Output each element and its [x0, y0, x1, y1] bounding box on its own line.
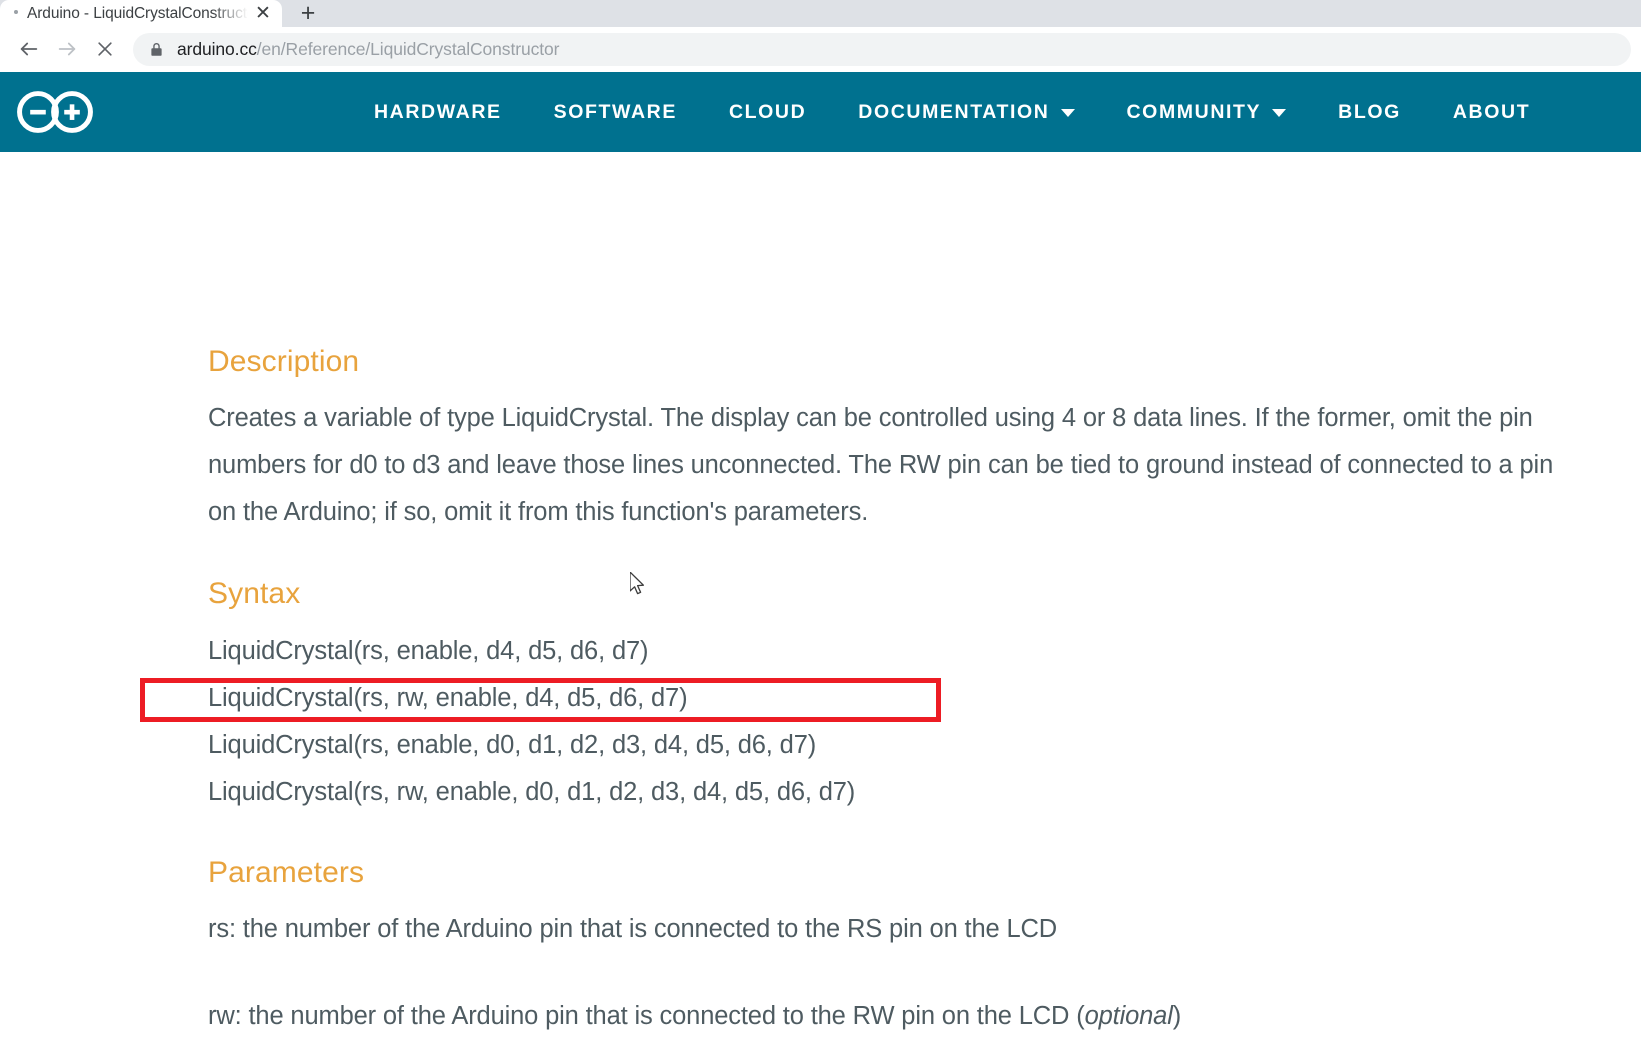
chevron-down-icon — [1272, 109, 1287, 117]
parameter-text: rw: the number of the Arduino pin that i… — [208, 1002, 1085, 1030]
nav-item-blog[interactable]: BLOG — [1312, 101, 1427, 124]
browser-tab[interactable]: Arduino - LiquidCrystalConstructor ✕ — [0, 0, 282, 27]
parameter-suffix: ) — [1172, 1002, 1182, 1030]
tab-title: Arduino - LiquidCrystalConstructor — [27, 4, 248, 22]
stop-loading-icon[interactable] — [86, 30, 124, 68]
close-icon[interactable]: ✕ — [252, 3, 274, 25]
nav-item-community[interactable]: COMMUNITY — [1101, 101, 1313, 124]
description-paragraph: Creates a variable of type LiquidCrystal… — [208, 404, 1554, 526]
nav-item-about[interactable]: ABOUT — [1427, 101, 1556, 124]
url-host: arduino.cc — [177, 38, 257, 59]
nav-label: BLOG — [1338, 100, 1401, 123]
new-tab-button[interactable]: + — [288, 0, 328, 27]
address-bar[interactable]: arduino.cc/en/Reference/LiquidCrystalCon… — [133, 32, 1631, 66]
heading-syntax: Syntax — [208, 577, 301, 610]
back-arrow-icon[interactable] — [10, 30, 48, 68]
nav-item-cloud[interactable]: CLOUD — [703, 101, 832, 124]
heading-parameters: Parameters — [208, 856, 365, 889]
arduino-infinity-logo[interactable] — [16, 89, 94, 135]
heading-description: Description — [208, 345, 360, 378]
chevron-down-icon — [1060, 109, 1075, 117]
main-nav: HARDWARE SOFTWARE CLOUD DOCUMENTATION CO… — [348, 101, 1556, 124]
parameter-item-rs: rs: the number of the Arduino pin that i… — [208, 915, 1058, 943]
nav-label: HARDWARE — [374, 100, 502, 123]
syntax-line-highlighted: LiquidCrystal(rs, rw, enable, d4, d5, d6… — [208, 684, 688, 712]
nav-label: COMMUNITY — [1126, 100, 1262, 123]
nav-item-hardware[interactable]: HARDWARE — [348, 101, 528, 124]
nav-item-documentation[interactable]: DOCUMENTATION — [832, 101, 1100, 124]
forward-arrow-icon[interactable] — [48, 30, 86, 68]
browser-window: Arduino - LiquidCrystalConstructor ✕ + a… — [0, 0, 1641, 1030]
syntax-line: LiquidCrystal(rs, enable, d0, d1, d2, d3… — [208, 731, 817, 759]
nav-label: DOCUMENTATION — [858, 100, 1050, 123]
nav-label: ABOUT — [1452, 100, 1531, 123]
mouse-cursor — [629, 571, 648, 598]
nav-label: CLOUD — [728, 100, 807, 123]
tab-loading-dot-icon — [14, 10, 18, 14]
tab-strip: Arduino - LiquidCrystalConstructor ✕ + — [0, 0, 1641, 27]
browser-toolbar: arduino.cc/en/Reference/LiquidCrystalCon… — [0, 27, 1641, 72]
site-header: HARDWARE SOFTWARE CLOUD DOCUMENTATION CO… — [0, 72, 1641, 152]
lock-icon — [149, 41, 164, 58]
parameter-item-rw: rw: the number of the Arduino pin that i… — [208, 993, 1181, 1040]
url-text: arduino.cc/en/Reference/LiquidCrystalCon… — [177, 39, 559, 60]
syntax-line: LiquidCrystal(rs, enable, d4, d5, d6, d7… — [208, 637, 649, 665]
url-path: /en/Reference/LiquidCrystalConstructor — [256, 38, 560, 59]
syntax-line: LiquidCrystal(rs, rw, enable, d0, d1, d2… — [208, 778, 856, 806]
nav-label: SOFTWARE — [553, 100, 677, 123]
nav-item-software[interactable]: SOFTWARE — [528, 101, 703, 124]
parameter-optional-note: optional — [1084, 1002, 1173, 1030]
syntax-list: LiquidCrystal(rs, enable, d4, d5, d6, d7… — [208, 628, 855, 816]
